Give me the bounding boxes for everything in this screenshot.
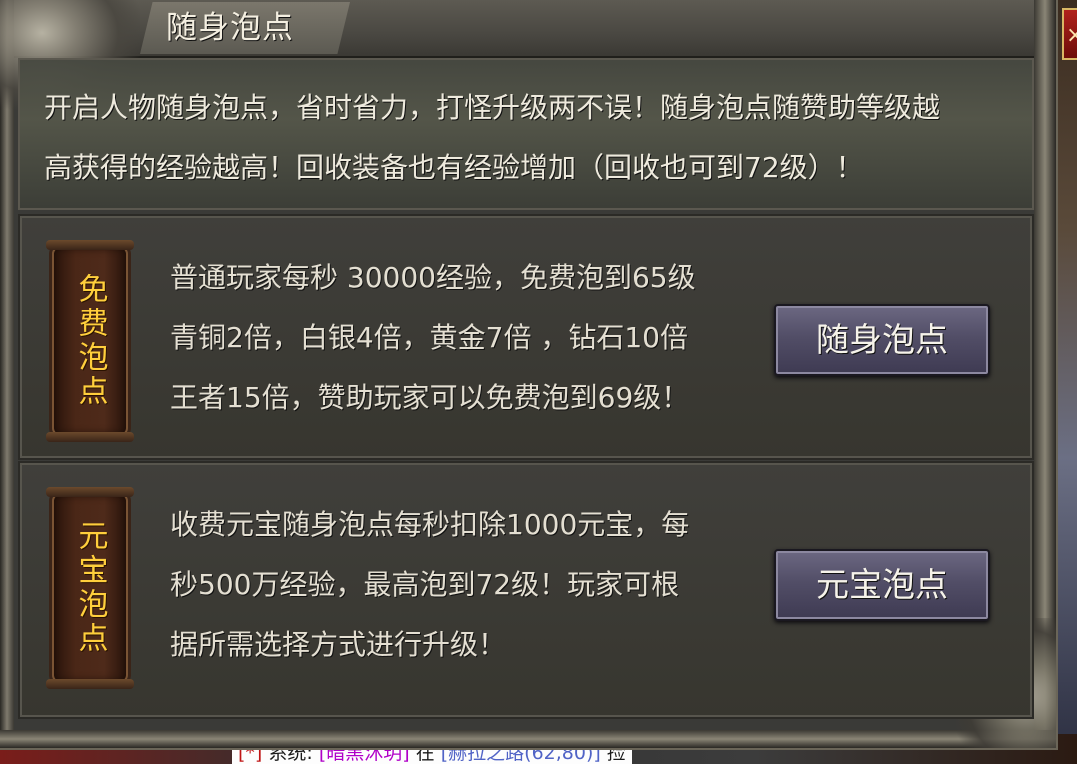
free-afk-label-scroll: 免费泡点 [46, 240, 134, 442]
description-line: 收费元宝随身泡点每秒扣除1000元宝，每 [170, 508, 690, 541]
ingot-afk-panel: 元宝泡点 收费元宝随身泡点每秒扣除1000元宝，每 秒500万经验，最高泡到72… [18, 461, 1034, 719]
free-afk-label: 免费泡点 [72, 273, 108, 409]
intro-line: 高获得的经验越高！回收装备也有经验增加（回收也可到72级）！ [44, 151, 864, 184]
intro-line: 开启人物随身泡点，省时省力，打怪升级两不误！随身泡点随赞助等级越 [44, 91, 941, 124]
ingot-afk-button[interactable]: 元宝泡点 [774, 549, 990, 621]
ingot-afk-description: 收费元宝随身泡点每秒扣除1000元宝，每 秒500万经验，最高泡到72级！玩家可… [170, 495, 730, 675]
ingot-afk-label: 元宝泡点 [72, 520, 108, 656]
free-afk-panel: 免费泡点 普通玩家每秒 30000经验，免费泡到65级 青铜2倍，白银4倍，黄金… [18, 214, 1034, 460]
free-afk-button[interactable]: 随身泡点 [774, 304, 990, 376]
ingot-afk-label-scroll: 元宝泡点 [46, 487, 134, 689]
window-frame-bottom [0, 730, 1056, 748]
free-afk-description: 普通玩家每秒 30000经验，免费泡到65级 青铜2倍，白银4倍，黄金7倍 ，钻… [170, 248, 730, 428]
description-line: 普通玩家每秒 30000经验，免费泡到65级 [170, 261, 696, 294]
close-button[interactable]: × [1062, 8, 1077, 60]
window-frame-left [0, 0, 14, 748]
game-screen: [*] 系统: [暗黑沐玥] 在 [赫拉之路(62,80)] 捡 随身泡点 开启… [0, 0, 1077, 764]
intro-text: 开启人物随身泡点，省时省力，打怪升级两不误！随身泡点随赞助等级越 高获得的经验越… [44, 78, 1024, 198]
description-line: 据所需选择方式进行升级！ [170, 628, 507, 661]
window-title: 随身泡点 [166, 10, 294, 46]
description-line: 王者15倍，赞助玩家可以免费泡到69级！ [170, 381, 690, 414]
description-line: 青铜2倍，白银4倍，黄金7倍 ，钻石10倍 [170, 321, 688, 354]
afk-exp-window: 随身泡点 开启人物随身泡点，省时省力，打怪升级两不误！随身泡点随赞助等级越 高获… [0, 0, 1058, 750]
description-line: 秒500万经验，最高泡到72级！玩家可根 [170, 568, 680, 601]
